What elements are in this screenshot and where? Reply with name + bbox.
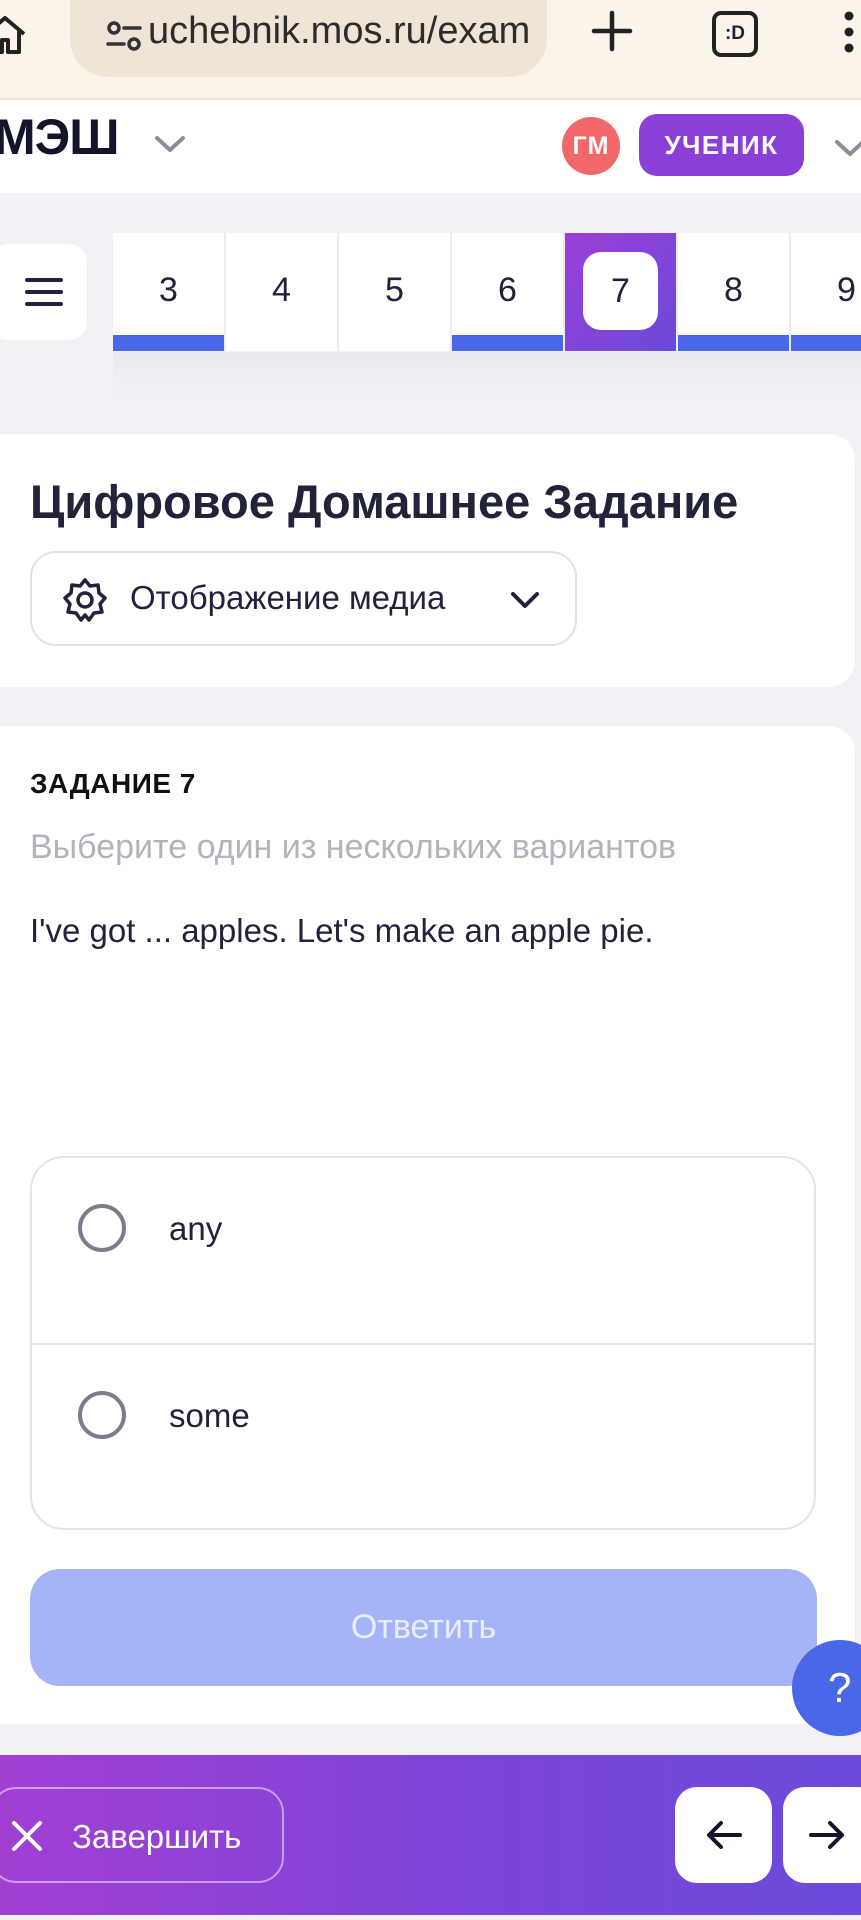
media-dropdown-label: Отображение медиа [130,579,446,616]
chevron-down-icon[interactable] [832,136,861,160]
task-question: I've got ... apples. Let's make an apple… [30,912,654,949]
task-number-3[interactable]: 3 [113,233,226,351]
task-number-6[interactable]: 6 [452,233,565,351]
app-header: МЭШ ГМ УЧЕНИК [0,100,861,195]
task-progress-bar [113,335,224,351]
new-tab-icon[interactable] [589,8,635,54]
address-bar[interactable]: uchebnik.mos.ru/exam [70,0,547,77]
site-settings-icon[interactable] [104,16,144,56]
close-icon [12,1821,42,1851]
task-number-5[interactable]: 5 [339,233,452,351]
task-number-label: 6 [498,271,517,309]
bottom-action-bar: Завершить [0,1755,861,1915]
tab-switcher-icon[interactable]: :D [709,8,759,57]
menu-button[interactable] [0,244,87,340]
task-instruction: Выберите один из нескольких вариантов [30,828,677,866]
gear-icon [63,578,107,622]
task-number-4[interactable]: 4 [226,233,339,351]
app-logo[interactable]: МЭШ [0,108,119,166]
browser-toolbar: uchebnik.mos.ru/exam :D [0,0,861,100]
hamburger-icon [24,278,63,306]
more-menu-icon[interactable] [841,10,857,54]
task-label: ЗАДАНИЕ 7 [30,768,196,799]
task-number-label: 9 [837,271,856,309]
avatar[interactable]: ГМ [562,117,620,175]
media-display-dropdown[interactable]: Отображение медиа [30,551,577,646]
task-strip-shadow [113,352,861,400]
task-number-label: 8 [724,271,743,309]
radio-button[interactable] [78,1204,126,1252]
task-number-strip: 3 4 5 6 7 8 9 [113,233,861,351]
task-number-label: 4 [272,271,291,309]
option-label[interactable]: any [169,1210,222,1248]
task-progress-bar [678,335,789,351]
chevron-down-icon[interactable] [152,132,188,156]
page-title: Цифровое Домашнее Задание [30,475,739,528]
url-text[interactable]: uchebnik.mos.ru/exam [148,10,538,53]
task-number-7[interactable]: 7 [565,233,678,351]
chevron-down-icon [511,592,539,608]
task-number-8[interactable]: 8 [678,233,791,351]
answer-options: any some [30,1156,816,1530]
task-number-9[interactable]: 9 [791,233,861,351]
role-badge[interactable]: УЧЕНИК [639,114,804,176]
previous-task-button[interactable] [675,1787,772,1883]
task-number-label: 7 [583,252,658,330]
next-task-button[interactable] [783,1787,861,1883]
answer-option[interactable]: some [32,1343,814,1528]
title-card: Цифровое Домашнее Задание Отображение ме… [0,434,855,687]
home-icon[interactable] [0,12,28,58]
task-card: ЗАДАНИЕ 7 Выберите один из нескольких ва… [0,726,855,1724]
radio-button[interactable] [78,1391,126,1439]
arrow-left-icon [706,1821,742,1849]
task-progress-bar [791,335,861,351]
answer-option[interactable]: any [32,1158,814,1343]
task-progress-bar [452,335,563,351]
task-number-label: 3 [159,271,178,309]
arrow-right-icon [809,1821,844,1849]
answer-button[interactable]: Ответить [30,1569,817,1686]
finish-button[interactable]: Завершить [0,1787,284,1883]
finish-label: Завершить [72,1818,242,1855]
task-number-label: 5 [385,271,404,309]
option-label[interactable]: some [169,1397,250,1435]
